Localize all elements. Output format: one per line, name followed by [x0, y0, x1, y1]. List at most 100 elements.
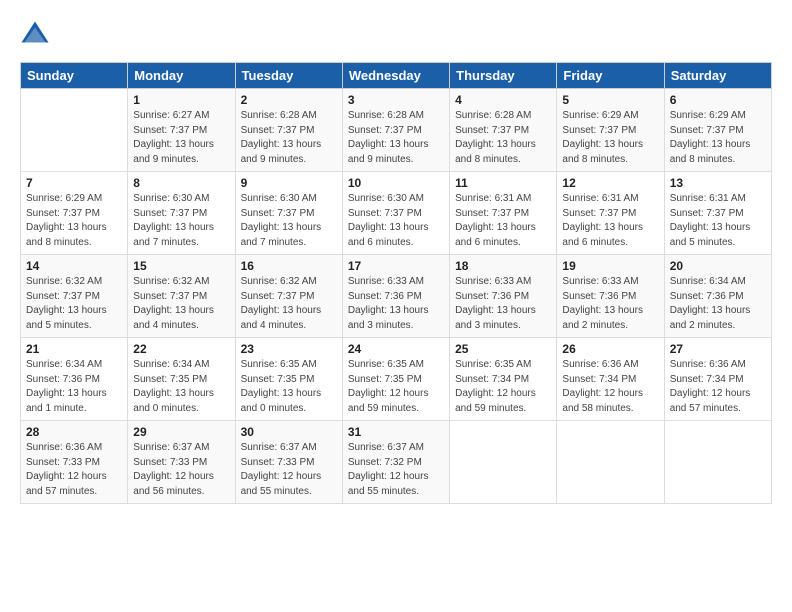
- day-info: Sunrise: 6:35 AM Sunset: 7:35 PM Dayligh…: [241, 358, 337, 416]
- day-info: Sunrise: 6:36 AM Sunset: 7:34 PM Dayligh…: [670, 358, 766, 416]
- day-info: Sunrise: 6:34 AM Sunset: 7:36 PM Dayligh…: [26, 358, 122, 416]
- day-number: 2: [241, 93, 337, 107]
- day-info: Sunrise: 6:28 AM Sunset: 7:37 PM Dayligh…: [241, 109, 337, 167]
- day-cell: 24Sunrise: 6:35 AM Sunset: 7:35 PM Dayli…: [342, 338, 449, 421]
- day-cell: 12Sunrise: 6:31 AM Sunset: 7:37 PM Dayli…: [557, 172, 664, 255]
- day-cell: 10Sunrise: 6:30 AM Sunset: 7:37 PM Dayli…: [342, 172, 449, 255]
- day-info: Sunrise: 6:27 AM Sunset: 7:37 PM Dayligh…: [133, 109, 229, 167]
- day-info: Sunrise: 6:31 AM Sunset: 7:37 PM Dayligh…: [562, 192, 658, 250]
- day-cell: 13 Sunrise: 6:31 AM Sunset: 7:37 PM Dayli…: [664, 172, 771, 255]
- day-info: Sunrise: 6:28 AM Sunset: 7:37 PM Dayligh…: [455, 109, 551, 167]
- day-number: 15: [133, 259, 229, 273]
- day-info: Sunrise: 6:28 AM Sunset: 7:37 PM Dayligh…: [348, 109, 444, 167]
- day-info: Sunrise: 6:35 AM Sunset: 7:34 PM Dayligh…: [455, 358, 551, 416]
- day-info: Sunrise: 6:29 AM Sunset: 7:37 PM Dayligh…: [562, 109, 658, 167]
- header-cell-thursday: Thursday: [450, 63, 557, 89]
- day-number: 24: [348, 342, 444, 356]
- day-number: 5: [562, 93, 658, 107]
- day-cell: 28Sunrise: 6:36 AM Sunset: 7:33 PM Dayli…: [21, 421, 128, 504]
- day-number: 21: [26, 342, 122, 356]
- day-cell: 9 Sunrise: 6:30 AM Sunset: 7:37 PM Daylig…: [235, 172, 342, 255]
- day-number: 20: [670, 259, 766, 273]
- day-cell: 26Sunrise: 6:36 AM Sunset: 7:34 PM Dayli…: [557, 338, 664, 421]
- day-cell: 29 Sunrise: 6:37 AM Sunset: 7:33 PM Dayli…: [128, 421, 235, 504]
- day-number: 11: [455, 176, 551, 190]
- week-row-5: 28Sunrise: 6:36 AM Sunset: 7:33 PM Dayli…: [21, 421, 772, 504]
- day-info: Sunrise: 6:31 AM Sunset: 7:37 PM Dayligh…: [455, 192, 551, 250]
- day-number: 27: [670, 342, 766, 356]
- header-cell-wednesday: Wednesday: [342, 63, 449, 89]
- day-cell: 8Sunrise: 6:30 AM Sunset: 7:37 PM Daylig…: [128, 172, 235, 255]
- day-number: 7: [26, 176, 122, 190]
- day-number: 26: [562, 342, 658, 356]
- day-info: Sunrise: 6:37 AM Sunset: 7:33 PM Dayligh…: [241, 441, 337, 499]
- day-info: Sunrise: 6:30 AM Sunset: 7:37 PM Dayligh…: [348, 192, 444, 250]
- day-cell: 31Sunrise: 6:37 AM Sunset: 7:32 PM Dayli…: [342, 421, 449, 504]
- day-cell: [664, 421, 771, 504]
- day-info: Sunrise: 6:34 AM Sunset: 7:36 PM Dayligh…: [670, 275, 766, 333]
- day-cell: 21 Sunrise: 6:34 AM Sunset: 7:36 PM Dayli…: [21, 338, 128, 421]
- day-number: 23: [241, 342, 337, 356]
- week-row-4: 21 Sunrise: 6:34 AM Sunset: 7:36 PM Dayli…: [21, 338, 772, 421]
- day-cell: 30 Sunrise: 6:37 AM Sunset: 7:33 PM Dayli…: [235, 421, 342, 504]
- header-row: SundayMondayTuesdayWednesdayThursdayFrid…: [21, 63, 772, 89]
- day-cell: 3 Sunrise: 6:28 AM Sunset: 7:37 PM Daylig…: [342, 89, 449, 172]
- day-number: 19: [562, 259, 658, 273]
- day-cell: [450, 421, 557, 504]
- day-cell: 19 Sunrise: 6:33 AM Sunset: 7:36 PM Dayli…: [557, 255, 664, 338]
- day-number: 8: [133, 176, 229, 190]
- day-info: Sunrise: 6:37 AM Sunset: 7:33 PM Dayligh…: [133, 441, 229, 499]
- day-info: Sunrise: 6:30 AM Sunset: 7:37 PM Dayligh…: [241, 192, 337, 250]
- day-cell: 25 Sunrise: 6:35 AM Sunset: 7:34 PM Dayli…: [450, 338, 557, 421]
- day-number: 9: [241, 176, 337, 190]
- day-cell: 11 Sunrise: 6:31 AM Sunset: 7:37 PM Dayli…: [450, 172, 557, 255]
- day-info: Sunrise: 6:33 AM Sunset: 7:36 PM Dayligh…: [348, 275, 444, 333]
- day-cell: 16 Sunrise: 6:32 AM Sunset: 7:37 PM Dayli…: [235, 255, 342, 338]
- day-info: Sunrise: 6:31 AM Sunset: 7:37 PM Dayligh…: [670, 192, 766, 250]
- day-cell: 15 Sunrise: 6:32 AM Sunset: 7:37 PM Dayli…: [128, 255, 235, 338]
- day-number: 13: [670, 176, 766, 190]
- calendar-table: SundayMondayTuesdayWednesdayThursdayFrid…: [20, 62, 772, 504]
- day-number: 30: [241, 425, 337, 439]
- day-number: 14: [26, 259, 122, 273]
- day-cell: [21, 89, 128, 172]
- day-info: Sunrise: 6:32 AM Sunset: 7:37 PM Dayligh…: [241, 275, 337, 333]
- day-info: Sunrise: 6:32 AM Sunset: 7:37 PM Dayligh…: [26, 275, 122, 333]
- day-number: 1: [133, 93, 229, 107]
- day-number: 25: [455, 342, 551, 356]
- day-cell: 18 Sunrise: 6:33 AM Sunset: 7:36 PM Dayli…: [450, 255, 557, 338]
- header-cell-monday: Monday: [128, 63, 235, 89]
- day-cell: [557, 421, 664, 504]
- day-info: Sunrise: 6:29 AM Sunset: 7:37 PM Dayligh…: [26, 192, 122, 250]
- page: SundayMondayTuesdayWednesdayThursdayFrid…: [0, 0, 792, 612]
- day-info: Sunrise: 6:36 AM Sunset: 7:33 PM Dayligh…: [26, 441, 122, 499]
- day-cell: 2 Sunrise: 6:28 AM Sunset: 7:37 PM Daylig…: [235, 89, 342, 172]
- day-cell: 4 Sunrise: 6:28 AM Sunset: 7:37 PM Daylig…: [450, 89, 557, 172]
- day-number: 31: [348, 425, 444, 439]
- day-number: 18: [455, 259, 551, 273]
- logo-icon: [20, 20, 50, 50]
- day-info: Sunrise: 6:33 AM Sunset: 7:36 PM Dayligh…: [455, 275, 551, 333]
- day-number: 4: [455, 93, 551, 107]
- day-number: 16: [241, 259, 337, 273]
- header-cell-tuesday: Tuesday: [235, 63, 342, 89]
- day-cell: 5 Sunrise: 6:29 AM Sunset: 7:37 PM Daylig…: [557, 89, 664, 172]
- day-cell: 7 Sunrise: 6:29 AM Sunset: 7:37 PM Daylig…: [21, 172, 128, 255]
- day-number: 29: [133, 425, 229, 439]
- week-row-2: 7 Sunrise: 6:29 AM Sunset: 7:37 PM Daylig…: [21, 172, 772, 255]
- day-cell: 20 Sunrise: 6:34 AM Sunset: 7:36 PM Dayli…: [664, 255, 771, 338]
- day-cell: 27 Sunrise: 6:36 AM Sunset: 7:34 PM Dayli…: [664, 338, 771, 421]
- day-info: Sunrise: 6:34 AM Sunset: 7:35 PM Dayligh…: [133, 358, 229, 416]
- day-number: 3: [348, 93, 444, 107]
- day-info: Sunrise: 6:33 AM Sunset: 7:36 PM Dayligh…: [562, 275, 658, 333]
- header-cell-saturday: Saturday: [664, 63, 771, 89]
- day-info: Sunrise: 6:32 AM Sunset: 7:37 PM Dayligh…: [133, 275, 229, 333]
- day-info: Sunrise: 6:29 AM Sunset: 7:37 PM Dayligh…: [670, 109, 766, 167]
- day-number: 22: [133, 342, 229, 356]
- week-row-1: 1 Sunrise: 6:27 AM Sunset: 7:37 PM Daylig…: [21, 89, 772, 172]
- day-number: 6: [670, 93, 766, 107]
- day-cell: 14 Sunrise: 6:32 AM Sunset: 7:37 PM Dayli…: [21, 255, 128, 338]
- day-cell: 23 Sunrise: 6:35 AM Sunset: 7:35 PM Dayli…: [235, 338, 342, 421]
- week-row-3: 14 Sunrise: 6:32 AM Sunset: 7:37 PM Dayli…: [21, 255, 772, 338]
- logo: [20, 20, 54, 50]
